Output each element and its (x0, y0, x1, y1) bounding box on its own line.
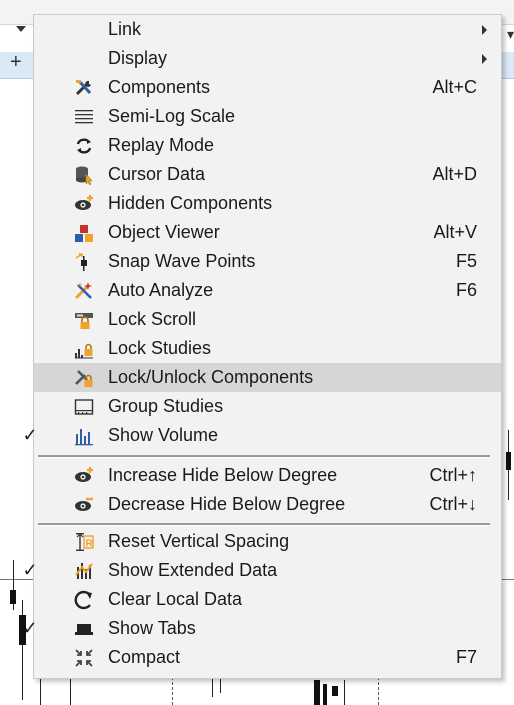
chart-dashed-line (172, 677, 173, 705)
svg-text:R: R (86, 539, 94, 550)
volume-icon (75, 429, 93, 446)
menu-item-label: Show Tabs (108, 618, 196, 638)
menu-item-clear-local-data[interactable]: Clear Local Data (34, 585, 501, 614)
menu-item-semi-log-scale[interactable]: Semi-Log Scale (34, 102, 501, 131)
menu-item-auto-analyze[interactable]: Auto Analyze F6 (34, 276, 501, 305)
chart-candle (332, 686, 338, 696)
menu-item-shortcut: F7 (455, 647, 477, 667)
menu-item-lock-scroll[interactable]: Lock Scroll (34, 305, 501, 334)
compact-icon (75, 649, 93, 667)
menu-item-cursor-data[interactable]: Cursor Data Alt+D (34, 160, 501, 189)
menu-item-label: Reset Vertical Spacing (108, 531, 290, 551)
menu-item-increase-hide-below-degree[interactable]: Increase Hide Below Degree Ctrl+↑ (34, 461, 501, 490)
menu-item-object-viewer[interactable]: Object Viewer Alt+V (34, 218, 501, 247)
lock-components-icon (75, 370, 93, 387)
menu-item-label: Auto Analyze (108, 280, 214, 300)
menu-item-shortcut: F6 (455, 280, 477, 300)
menu-item-show-extended-data[interactable]: ✓ Show Extended Data (22, 556, 501, 585)
menu-item-components[interactable]: Components Alt+C (34, 73, 501, 102)
clear-icon (74, 590, 92, 610)
submenu-arrow-icon (482, 54, 487, 64)
chart-candle-wick (220, 677, 221, 693)
check-icon: ✓ (22, 560, 38, 580)
chart-context-menu: Link Display Components Alt+C Semi-Log S… (22, 14, 502, 679)
group-icon (74, 399, 94, 415)
menu-item-label: Show Volume (108, 425, 219, 445)
menu-item-shortcut: Alt+V (433, 222, 477, 242)
chart-candle (10, 590, 16, 604)
menu-item-label: Lock Scroll (108, 309, 197, 329)
menu-item-show-volume[interactable]: ✓ Show Volume (22, 421, 501, 450)
menu-item-show-tabs[interactable]: ✓ Show Tabs (22, 614, 501, 643)
menu-item-label: Cursor Data (108, 164, 206, 184)
menu-item-snap-wave-points[interactable]: Snap Wave Points F5 (34, 247, 501, 276)
chart-candle-wick (212, 677, 213, 697)
menu-item-replay-mode[interactable]: Replay Mode (34, 131, 501, 160)
chart-dashed-line (378, 677, 379, 705)
menu-item-shortcut: Alt+C (432, 77, 477, 97)
menu-item-label: Show Extended Data (108, 560, 278, 580)
eye-plus-icon (75, 467, 93, 482)
menu-item-label: Link (108, 19, 142, 39)
menu-separator (38, 523, 490, 526)
menu-item-label: Group Studies (108, 396, 224, 416)
menu-item-label: Compact (108, 647, 181, 667)
menu-item-label: Clear Local Data (108, 589, 243, 609)
chart-candle (314, 680, 320, 705)
check-icon: ✓ (22, 618, 38, 638)
dropdown-arrow-icon[interactable] (16, 26, 26, 32)
menu-item-label: Object Viewer (108, 222, 220, 242)
menu-item-label: Decrease Hide Below Degree (108, 494, 346, 514)
lock-studies-icon (75, 343, 93, 359)
menu-item-label: Snap Wave Points (108, 251, 256, 271)
menu-item-compact[interactable]: Compact F7 (34, 643, 501, 672)
add-icon[interactable]: + (10, 52, 22, 72)
menu-item-label: Lock Studies (108, 338, 212, 358)
menu-item-reset-vertical-spacing[interactable]: R Reset Vertical Spacing (34, 527, 501, 556)
eye-minus-icon (75, 497, 93, 511)
menu-item-link[interactable]: Link (34, 15, 501, 44)
tools-icon (75, 79, 92, 96)
snap-icon (75, 253, 87, 271)
eye-plus-icon (75, 195, 93, 210)
menu-item-shortcut: F5 (455, 251, 477, 271)
submenu-arrow-icon (482, 25, 487, 35)
menu-item-label: Hidden Components (108, 193, 273, 213)
menu-item-hidden-components[interactable]: Hidden Components (34, 189, 501, 218)
menu-item-label: Increase Hide Below Degree (108, 465, 338, 485)
chart-candle (506, 452, 511, 470)
menu-item-lock-unlock-components[interactable]: Lock/Unlock Components (34, 363, 501, 392)
menu-item-shortcut: Alt+D (432, 164, 477, 184)
spacing-icon: R (76, 533, 94, 551)
menu-item-label: Replay Mode (108, 135, 215, 155)
menu-item-shortcut: Ctrl+↓ (429, 494, 477, 514)
replay-icon (76, 138, 92, 154)
object-blocks-icon (75, 225, 93, 242)
menu-item-lock-studies[interactable]: Lock Studies (34, 334, 501, 363)
check-icon: ✓ (22, 425, 38, 445)
database-icon (76, 166, 93, 185)
chart-candle (323, 684, 327, 705)
lines-icon (75, 110, 93, 124)
chart-candle-wick (70, 677, 71, 705)
menu-separator (38, 455, 490, 458)
menu-item-label: Components (108, 77, 211, 97)
lock-scroll-icon (75, 313, 93, 329)
tabs-icon (75, 624, 93, 635)
extended-data-icon (75, 563, 93, 579)
auto-analyze-icon (74, 282, 92, 300)
chart-candle-wick (344, 680, 345, 705)
chart-candle-wick (40, 677, 41, 705)
menu-item-label: Display (108, 48, 168, 68)
menu-item-decrease-hide-below-degree[interactable]: Decrease Hide Below Degree Ctrl+↓ (34, 490, 501, 519)
chevron-down-icon[interactable]: ▾ (507, 26, 514, 43)
menu-item-display[interactable]: Display (34, 44, 501, 73)
menu-item-label: Semi-Log Scale (108, 106, 236, 126)
menu-item-label: Lock/Unlock Components (108, 367, 314, 387)
menu-item-shortcut: Ctrl+↑ (429, 465, 477, 485)
menu-item-group-studies[interactable]: Group Studies (34, 392, 501, 421)
